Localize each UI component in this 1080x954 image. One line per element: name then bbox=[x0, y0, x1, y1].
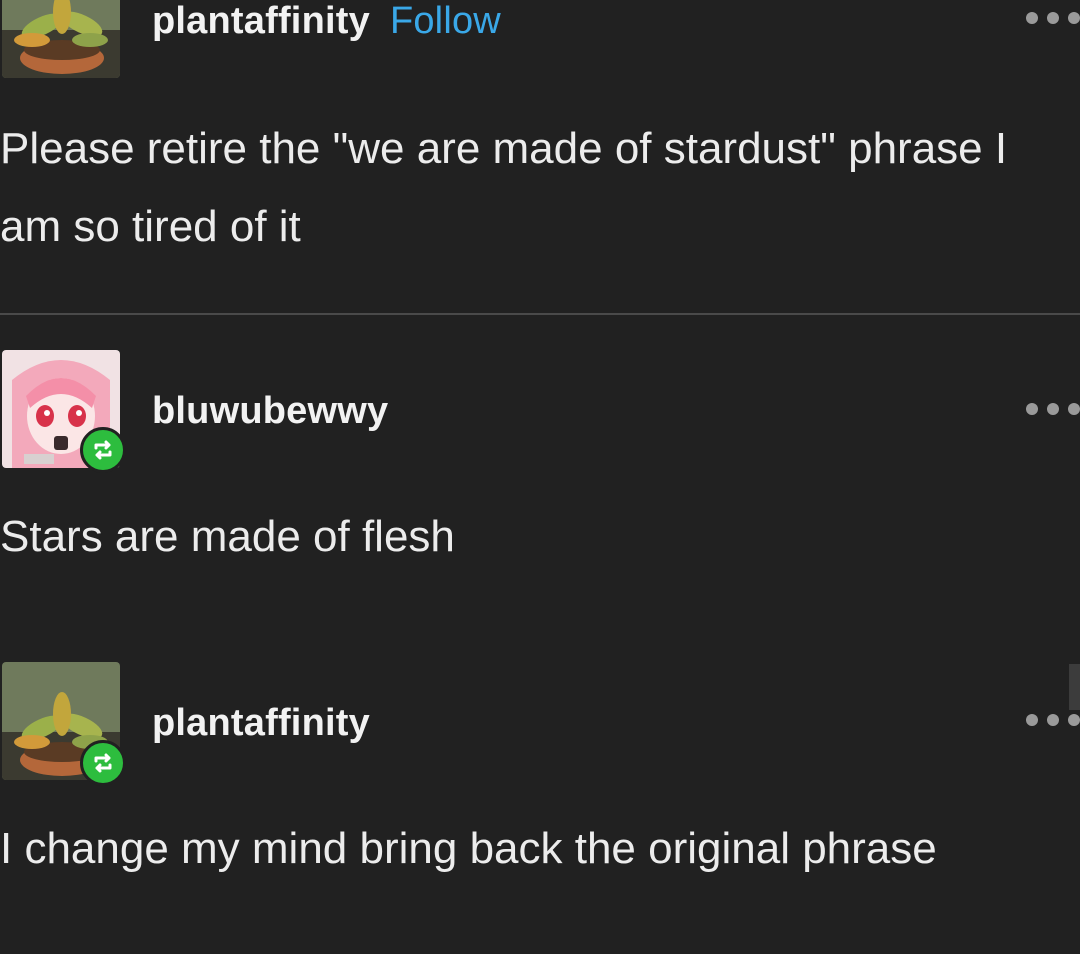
username-link[interactable]: bluwubewwy bbox=[152, 390, 388, 433]
more-options-icon[interactable] bbox=[1026, 12, 1080, 24]
username-link[interactable]: plantaffinity bbox=[152, 0, 370, 42]
succulent-plant-icon bbox=[2, 0, 120, 78]
post-text: Please retire the "we are made of stardu… bbox=[0, 124, 1008, 251]
post-text: Stars are made of flesh bbox=[0, 512, 455, 561]
more-options-icon[interactable] bbox=[1026, 403, 1080, 415]
reblog-icon bbox=[80, 427, 126, 473]
post-author: plantaffinity Follow bbox=[152, 0, 501, 43]
more-options-icon[interactable] bbox=[1026, 714, 1080, 726]
divider bbox=[0, 313, 1080, 315]
avatar[interactable] bbox=[2, 0, 120, 78]
reblog-icon bbox=[80, 740, 126, 786]
scrollbar[interactable] bbox=[1069, 664, 1080, 710]
username-link[interactable]: plantaffinity bbox=[152, 702, 370, 745]
follow-button[interactable]: Follow bbox=[390, 0, 501, 42]
post-text: I change my mind bring back the original… bbox=[0, 824, 937, 873]
